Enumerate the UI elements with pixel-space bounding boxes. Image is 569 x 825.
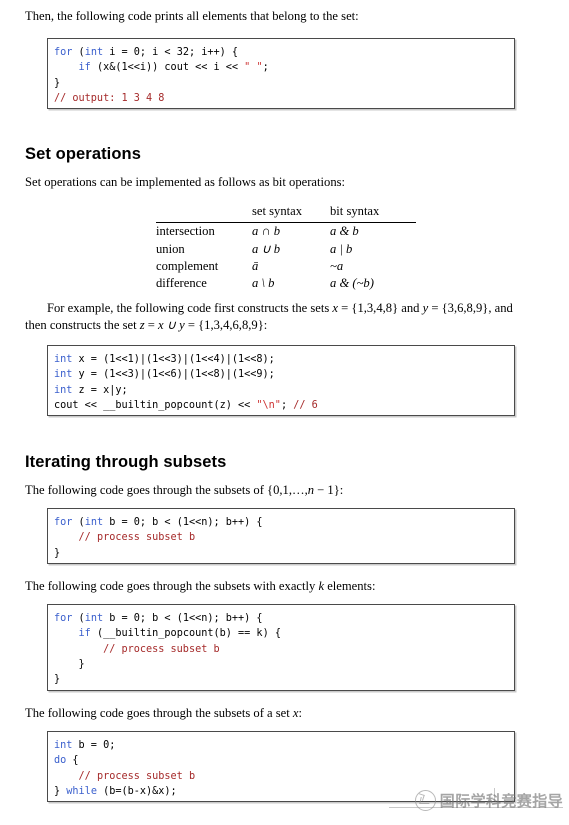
code-content: int x = (1<<1)|(1<<3)|(1<<4)|(1<<8); int… <box>54 354 318 411</box>
table-row: intersection a ∩ b a & b <box>156 223 416 241</box>
expr-x-union-y: x ∪ y <box>158 318 185 332</box>
code-block-print-elements: for (int i = 0; i < 32; i++) { if (x&(1<… <box>47 38 515 109</box>
table-header-set-syntax: set syntax <box>252 204 330 223</box>
example-paragraph: For example, the following code first co… <box>25 300 525 334</box>
example-text-5: = {1,3,4,6,8,9}: <box>184 318 268 332</box>
table-row: union a ∪ b a | b <box>156 240 416 258</box>
subsets-text-2: − 1}: <box>314 483 344 497</box>
row-label: union <box>156 242 185 256</box>
intro-paragraph: Then, the following code prints all elem… <box>25 9 359 23</box>
table-header-row: set syntax bit syntax <box>156 204 416 223</box>
row-bit-syntax: a & (~b) <box>330 276 374 290</box>
subsets-paragraph-1: The following code goes through the subs… <box>25 482 525 499</box>
subsets-text-1: The following code goes through the subs… <box>25 483 308 497</box>
row-set-syntax: a \ b <box>252 276 275 290</box>
row-set-syntax: a ∪ b <box>252 242 281 256</box>
watermark-rule <box>389 807 563 808</box>
table-row: complement ā ~a <box>156 258 416 275</box>
row-label: complement <box>156 259 219 273</box>
table-header-bit-syntax: bit syntax <box>330 204 416 223</box>
code-block-k-subsets: for (int b = 0; b < (1<<n); b++) { if (_… <box>47 604 515 691</box>
subsets-text-4: elements: <box>324 579 376 593</box>
heading-set-operations: Set operations <box>25 145 142 163</box>
subsets-paragraph-2: The following code goes through the subs… <box>25 578 525 595</box>
row-label: difference <box>156 276 207 290</box>
code-block-subsets-of-x: int b = 0; do { // process subset b } wh… <box>47 731 515 802</box>
code-content: int b = 0; do { // process subset b } wh… <box>54 740 196 797</box>
row-bit-syntax: a | b <box>330 242 353 256</box>
row-bit-syntax: a & b <box>330 224 359 238</box>
subsets-paragraph-3: The following code goes through the subs… <box>25 705 525 722</box>
textbook-page: Then, the following code prints all elem… <box>0 0 569 825</box>
code-content: for (int i = 0; i < 32; i++) { if (x&(1<… <box>54 47 269 104</box>
example-text-4: = <box>144 318 159 332</box>
table-header-blank <box>156 204 252 223</box>
code-block-construct-sets: int x = (1<<1)|(1<<3)|(1<<4)|(1<<8); int… <box>47 345 515 416</box>
subsets-text-3: The following code goes through the subs… <box>25 579 319 593</box>
row-set-syntax: ā <box>252 259 259 273</box>
table-body: intersection a ∩ b a & b union a ∪ b a |… <box>156 223 416 293</box>
watermark-tick <box>494 788 495 801</box>
row-label: intersection <box>156 224 215 238</box>
subsets-text-5: The following code goes through the subs… <box>25 706 293 720</box>
heading-iterating-subsets: Iterating through subsets <box>25 453 227 471</box>
subsets-text-6: : <box>298 706 303 720</box>
row-bit-syntax: ~a <box>330 259 344 273</box>
code-content: for (int b = 0; b < (1<<n); b++) { if (_… <box>54 613 281 686</box>
example-text-2: = {1,3,4,8} and <box>338 301 420 315</box>
example-text-1: For example, the following code first co… <box>47 301 333 315</box>
set-operations-table: set syntax bit syntax intersection a ∩ b… <box>156 204 416 292</box>
row-set-syntax: a ∩ b <box>252 224 280 238</box>
code-block-all-subsets: for (int b = 0; b < (1<<n); b++) { // pr… <box>47 508 515 564</box>
set-operations-paragraph: Set operations can be implemented as fol… <box>25 175 346 189</box>
code-content: for (int b = 0; b < (1<<n); b++) { // pr… <box>54 517 263 559</box>
table-row: difference a \ b a & (~b) <box>156 275 416 292</box>
